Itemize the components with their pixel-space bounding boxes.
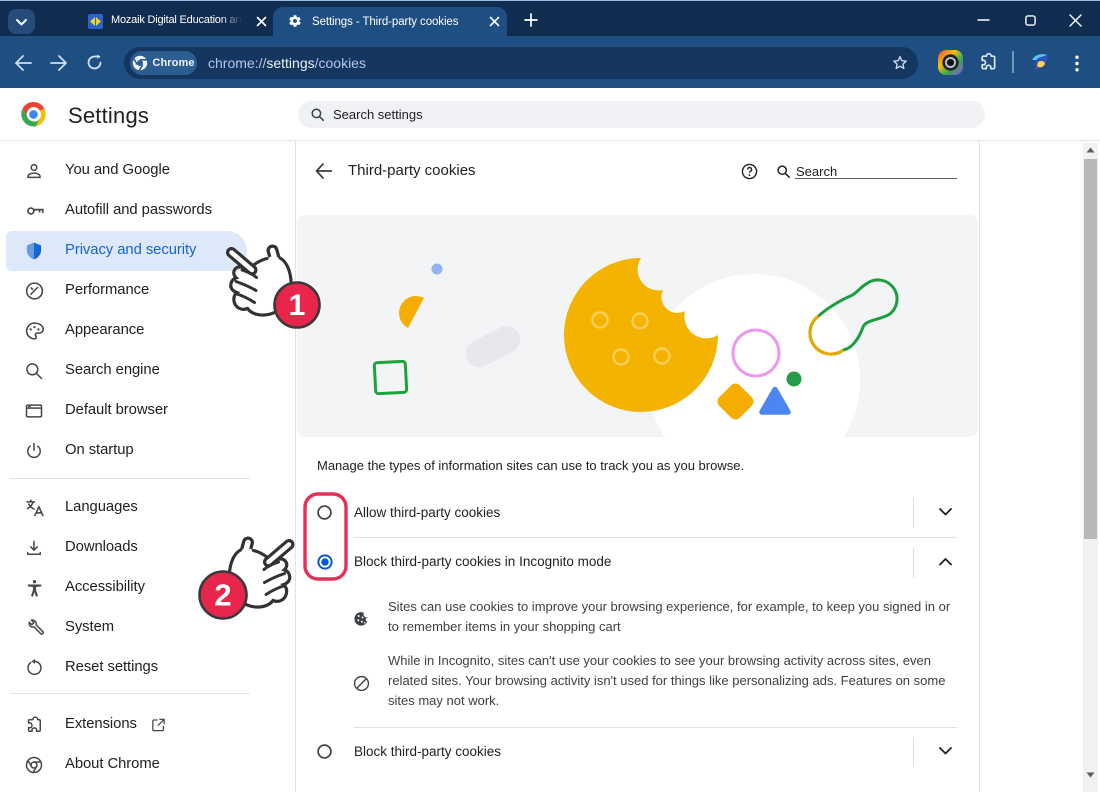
svg-text:2: 2 xyxy=(214,578,231,613)
svg-text:1: 1 xyxy=(289,289,306,322)
